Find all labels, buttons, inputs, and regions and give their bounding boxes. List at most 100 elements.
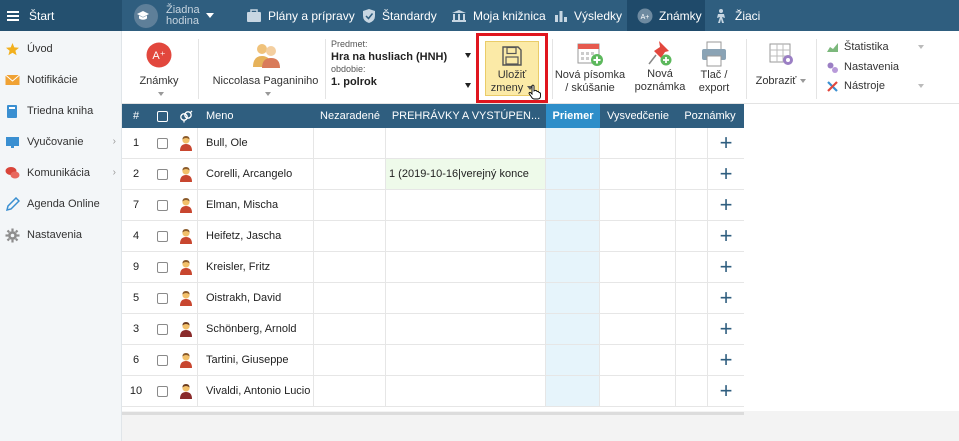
row-checkbox-cell[interactable]	[150, 221, 174, 251]
new-note-button[interactable]: Nová poznámka	[630, 31, 690, 104]
chevron-down-icon[interactable]	[465, 53, 471, 58]
header-performances[interactable]: PREHRÁVKY A VYSTÚPEN...	[386, 104, 546, 128]
nav-results[interactable]: Výsledky	[554, 0, 622, 31]
sidebar-item-class-book[interactable]: Triedna kniha	[0, 100, 122, 122]
unassigned-cell[interactable]	[314, 128, 386, 158]
student-name[interactable]: Schönberg, Arnold	[198, 314, 314, 344]
row-checkbox-cell[interactable]	[150, 190, 174, 220]
statistics-menu-item[interactable]: Štatistika	[826, 38, 926, 56]
start-button[interactable]: Štart	[0, 0, 122, 31]
notes-cell[interactable]	[676, 283, 708, 313]
unassigned-cell[interactable]	[314, 252, 386, 282]
report-card-cell[interactable]	[600, 221, 676, 251]
row-checkbox[interactable]	[156, 261, 168, 273]
row-checkbox[interactable]	[156, 230, 168, 242]
add-note-button[interactable]: +	[708, 376, 744, 406]
report-card-cell[interactable]	[600, 159, 676, 189]
student-name[interactable]: Oistrakh, David	[198, 283, 314, 313]
add-note-button[interactable]: +	[708, 128, 744, 158]
row-checkbox-cell[interactable]	[150, 128, 174, 158]
chevron-down-icon[interactable]	[918, 84, 924, 88]
notes-cell[interactable]	[676, 190, 708, 220]
add-note-button[interactable]: +	[708, 221, 744, 251]
settings-menu-item[interactable]: Nastavenia	[826, 58, 926, 76]
header-select-all[interactable]	[150, 104, 174, 128]
row-checkbox[interactable]	[156, 292, 168, 304]
notes-cell[interactable]	[676, 252, 708, 282]
add-note-button[interactable]: +	[708, 252, 744, 282]
header-notes[interactable]: Poznámky	[676, 104, 744, 128]
row-checkbox-cell[interactable]	[150, 159, 174, 189]
report-card-cell[interactable]	[600, 128, 676, 158]
nav-students[interactable]: Žiaci	[713, 0, 760, 31]
sidebar-item-teaching[interactable]: Vyučovanie ›	[0, 131, 122, 153]
add-note-button[interactable]: +	[708, 283, 744, 313]
row-checkbox-cell[interactable]	[150, 345, 174, 375]
student-name[interactable]: Bull, Ole	[198, 128, 314, 158]
performance-grade-cell[interactable]	[386, 252, 546, 282]
student-name[interactable]: Kreisler, Fritz	[198, 252, 314, 282]
chevron-down-icon[interactable]	[465, 83, 471, 88]
report-card-cell[interactable]	[600, 314, 676, 344]
unassigned-cell[interactable]	[314, 221, 386, 251]
header-average[interactable]: Priemer	[546, 104, 600, 128]
unassigned-cell[interactable]	[314, 190, 386, 220]
view-button[interactable]: Zobraziť	[752, 31, 810, 104]
row-checkbox[interactable]	[156, 385, 168, 397]
subject-period-selector[interactable]: Predmet: Hra na husliach (HNH) obdobie: …	[331, 39, 476, 89]
student-name[interactable]: Elman, Mischa	[198, 190, 314, 220]
tools-menu-item[interactable]: Nástroje	[826, 77, 926, 95]
performance-grade-cell[interactable]	[386, 221, 546, 251]
row-checkbox-cell[interactable]	[150, 376, 174, 406]
student-name[interactable]: Vivaldi, Antonio Lucio	[198, 376, 314, 406]
sidebar-item-communication[interactable]: Komunikácia ›	[0, 162, 122, 184]
unassigned-cell[interactable]	[314, 283, 386, 313]
performance-grade-cell[interactable]: 1 (2019-10-16|verejný konce	[386, 159, 546, 189]
sidebar-item-home[interactable]: Úvod	[0, 38, 122, 60]
notes-cell[interactable]	[676, 376, 708, 406]
nav-grades[interactable]: A+ Známky	[627, 0, 705, 31]
header-report-card[interactable]: Vysvedčenie	[600, 104, 676, 128]
chevron-down-icon[interactable]	[918, 45, 924, 49]
teacher-selector[interactable]: Niccolasa Paganiniho	[208, 31, 323, 104]
row-checkbox[interactable]	[156, 354, 168, 366]
row-checkbox[interactable]	[156, 323, 168, 335]
add-note-button[interactable]: +	[708, 190, 744, 220]
print-export-button[interactable]: Tlač / export	[692, 31, 736, 104]
header-unassigned[interactable]: Nezaradené	[314, 104, 386, 128]
nav-plans[interactable]: Plány a prípravy	[246, 0, 355, 31]
row-checkbox-cell[interactable]	[150, 252, 174, 282]
student-name[interactable]: Heifetz, Jascha	[198, 221, 314, 251]
performance-grade-cell[interactable]	[386, 345, 546, 375]
report-card-cell[interactable]	[600, 345, 676, 375]
notes-cell[interactable]	[676, 221, 708, 251]
student-name[interactable]: Tartini, Giuseppe	[198, 345, 314, 375]
row-checkbox[interactable]	[156, 137, 168, 149]
report-card-cell[interactable]	[600, 252, 676, 282]
sidebar-item-settings[interactable]: Nastavenia	[0, 224, 122, 246]
add-note-button[interactable]: +	[708, 159, 744, 189]
unassigned-cell[interactable]	[314, 345, 386, 375]
select-all-checkbox[interactable]	[156, 110, 168, 122]
row-checkbox[interactable]	[156, 168, 168, 180]
performance-grade-cell[interactable]	[386, 314, 546, 344]
performance-grade-cell[interactable]	[386, 283, 546, 313]
notes-cell[interactable]	[676, 345, 708, 375]
performance-grade-cell[interactable]	[386, 128, 546, 158]
header-name[interactable]: Meno	[206, 104, 311, 128]
notes-cell[interactable]	[676, 314, 708, 344]
notes-cell[interactable]	[676, 128, 708, 158]
grades-dropdown-button[interactable]: A⁺ Známky	[138, 31, 180, 104]
sidebar-item-agenda-online[interactable]: Agenda Online	[0, 193, 122, 215]
new-test-button[interactable]: Nová písomka / skúšanie	[552, 31, 628, 104]
nav-standards[interactable]: Štandardy	[362, 0, 437, 31]
report-card-cell[interactable]	[600, 283, 676, 313]
performance-grade-cell[interactable]	[386, 190, 546, 220]
report-card-cell[interactable]	[600, 376, 676, 406]
unassigned-cell[interactable]	[314, 376, 386, 406]
performance-grade-cell[interactable]	[386, 376, 546, 406]
sidebar-item-notifications[interactable]: Notifikácie	[0, 69, 122, 91]
lesson-selector[interactable]: Žiadna hodina	[134, 0, 214, 31]
add-note-button[interactable]: +	[708, 345, 744, 375]
row-checkbox[interactable]	[156, 199, 168, 211]
